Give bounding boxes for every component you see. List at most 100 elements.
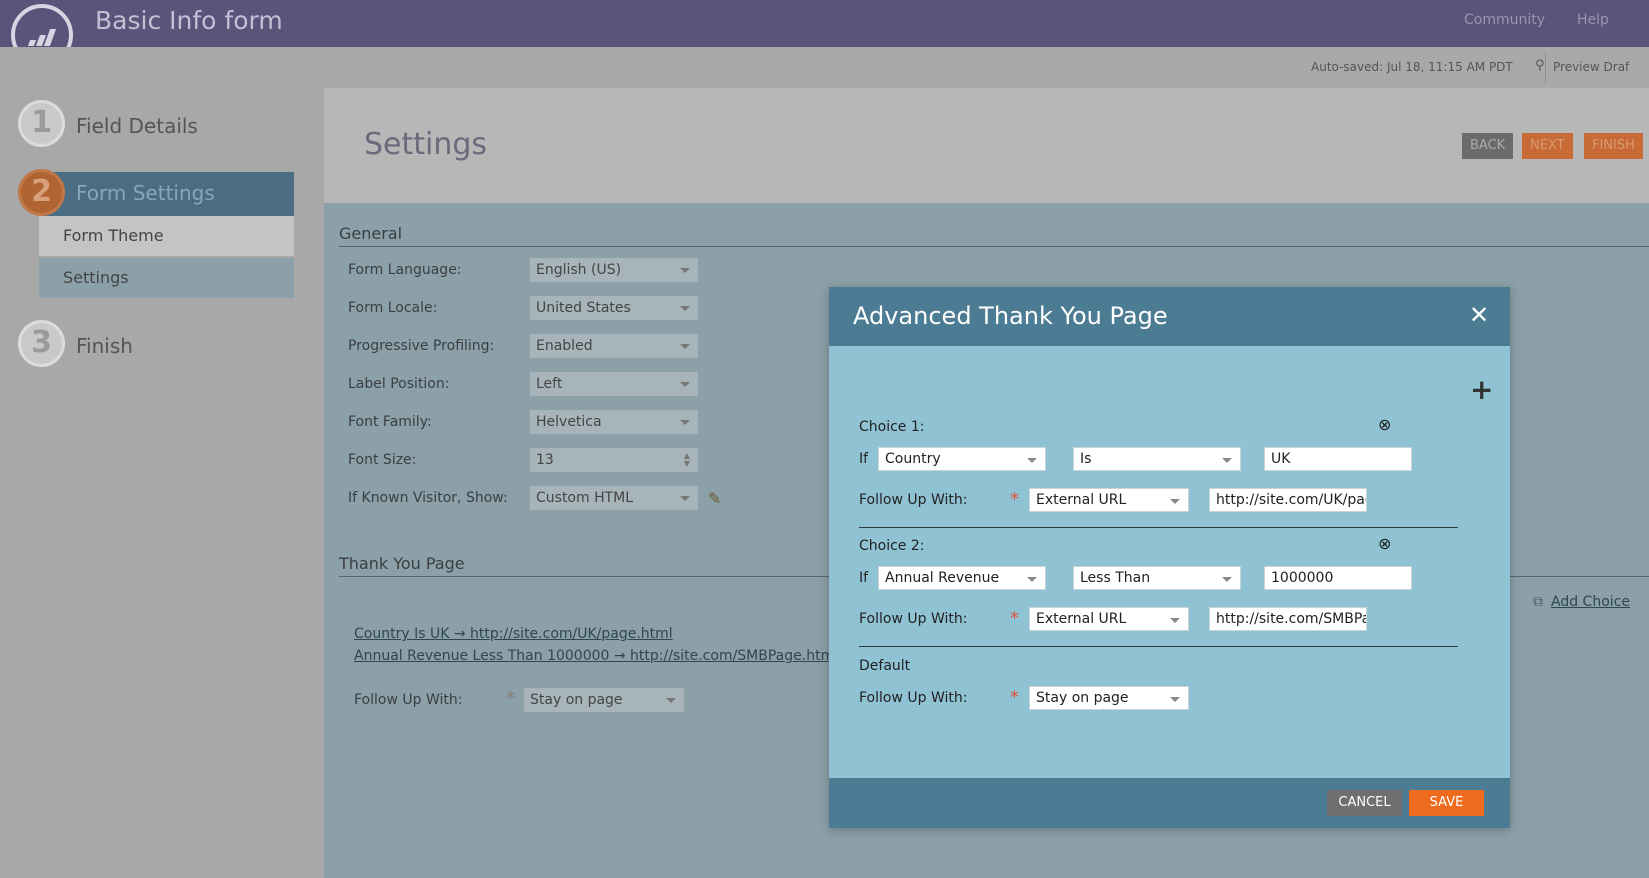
font-family-label: Font Family: <box>348 414 432 430</box>
choice-divider <box>859 646 1458 647</box>
label-position-value: Left <box>536 376 563 392</box>
choice-2-followup-value: External URL <box>1036 611 1127 627</box>
settings-header <box>324 88 1649 203</box>
chevron-down-icon <box>680 344 690 349</box>
general-section-title: General <box>339 224 403 243</box>
chevron-down-icon <box>680 306 690 311</box>
form-language-label: Form Language: <box>348 262 462 278</box>
pencil-icon[interactable]: ✎ <box>708 489 721 508</box>
dialog-footer <box>829 778 1510 828</box>
form-locale-label: Form Locale: <box>348 300 438 316</box>
cancel-button[interactable]: CANCEL <box>1327 790 1402 816</box>
page-title: Settings <box>364 127 488 162</box>
step-1-number: 1 <box>18 100 65 147</box>
advanced-thank-you-dialog: Advanced Thank You Page ✕ + Choice 1: ⊗ … <box>829 287 1510 828</box>
thank-you-rule-link[interactable]: Country Is UK → http://site.com/UK/page.… <box>354 626 673 642</box>
font-family-value: Helvetica <box>536 414 602 430</box>
default-label: Default <box>859 658 911 674</box>
form-locale-select[interactable]: United States <box>530 296 698 320</box>
choice-1-followup-select[interactable]: External URL <box>1029 488 1189 512</box>
choice-1-value-input[interactable]: UK <box>1264 447 1412 471</box>
follow-up-label: Follow Up With: <box>859 611 968 627</box>
chevron-down-icon <box>1027 458 1037 463</box>
choice-1-operator-value: Is <box>1080 451 1092 467</box>
label-position-select[interactable]: Left <box>530 372 698 396</box>
save-button[interactable]: SAVE <box>1409 790 1484 816</box>
dialog-title: Advanced Thank You Page <box>853 302 1168 330</box>
required-asterisk: * <box>506 688 515 709</box>
step-finish[interactable]: Finish <box>76 334 133 358</box>
preview-draft-button[interactable]: Preview Draf <box>1553 60 1629 74</box>
chevron-down-icon <box>680 382 690 387</box>
substep-settings[interactable]: Settings <box>39 258 294 298</box>
autosave-status: Auto-saved: Jul 18, 11:15 AM PDT <box>1311 60 1513 74</box>
choice-1-operator-select[interactable]: Is <box>1073 447 1241 471</box>
form-language-select[interactable]: English (US) <box>530 258 698 282</box>
choice-1-url-input[interactable]: http://site.com/UK/page.html <box>1209 488 1367 512</box>
required-asterisk: * <box>1010 489 1019 510</box>
progressive-profiling-label: Progressive Profiling: <box>348 338 495 354</box>
follow-up-label: Follow Up With: <box>859 690 968 706</box>
known-visitor-label: If Known Visitor, Show: <box>348 490 508 506</box>
choice-1-field-select[interactable]: Country <box>878 447 1046 471</box>
add-icon[interactable]: + <box>1470 373 1493 406</box>
choice-2-value-input[interactable]: 1000000 <box>1264 566 1412 590</box>
close-icon[interactable]: ✕ <box>1469 301 1489 329</box>
add-choice-link[interactable]: Add Choice <box>1551 594 1630 610</box>
choice-divider <box>859 527 1458 528</box>
logo-bar <box>43 29 57 46</box>
divider <box>1545 52 1546 84</box>
magnifier-icon: ⚲ <box>1535 58 1545 73</box>
chevron-down-icon <box>1222 458 1232 463</box>
finish-button[interactable]: FINISH <box>1584 133 1643 159</box>
default-followup-value: Stay on page <box>1036 690 1129 706</box>
chevron-down-icon <box>680 268 690 273</box>
if-label: If <box>859 451 869 467</box>
follow-up-value: Stay on page <box>530 692 623 708</box>
choice-2-label: Choice 2: <box>859 538 925 554</box>
follow-up-label: Follow Up With: <box>354 692 463 708</box>
chevron-down-icon <box>680 420 690 425</box>
section-divider <box>339 246 1649 247</box>
stepper-arrows-icon[interactable]: ▲ ▼ <box>684 452 690 468</box>
choice-2-url-input[interactable]: http://site.com/SMBPage.html <box>1209 607 1367 631</box>
logo-bar <box>27 40 37 46</box>
font-family-select[interactable]: Helvetica <box>530 410 698 434</box>
required-asterisk: * <box>1010 608 1019 629</box>
app-title: Basic Info form <box>95 6 283 35</box>
progressive-profiling-value: Enabled <box>536 338 593 354</box>
font-size-value: 13 <box>536 452 554 468</box>
thank-you-rule-link[interactable]: Annual Revenue Less Than 1000000 → http:… <box>354 648 838 664</box>
known-visitor-value: Custom HTML <box>536 490 634 506</box>
remove-choice-icon[interactable]: ⊗ <box>1378 534 1391 553</box>
chevron-down-icon <box>1170 697 1180 702</box>
back-button[interactable]: BACK <box>1462 133 1514 159</box>
remove-choice-icon[interactable]: ⊗ <box>1378 415 1391 434</box>
default-followup-select[interactable]: Stay on page <box>1029 686 1189 710</box>
step-field-details[interactable]: Field Details <box>76 114 198 138</box>
choice-1-field-value: Country <box>885 451 941 467</box>
choice-1-followup-value: External URL <box>1036 492 1127 508</box>
choice-2-followup-select[interactable]: External URL <box>1029 607 1189 631</box>
font-size-label: Font Size: <box>348 452 417 468</box>
follow-up-select[interactable]: Stay on page <box>524 688 684 712</box>
choice-2-operator-select[interactable]: Less Than <box>1073 566 1241 590</box>
if-label: If <box>859 570 869 586</box>
help-link[interactable]: Help <box>1577 12 1609 28</box>
community-link[interactable]: Community <box>1464 12 1545 28</box>
chevron-down-icon <box>1027 577 1037 582</box>
chevron-down-icon <box>1170 499 1180 504</box>
choice-1-label: Choice 1: <box>859 419 925 435</box>
choice-2-field-select[interactable]: Annual Revenue <box>878 566 1046 590</box>
next-button[interactable]: NEXT <box>1522 133 1573 159</box>
form-language-value: English (US) <box>536 262 622 278</box>
substep-form-theme[interactable]: Form Theme <box>39 216 294 256</box>
known-visitor-select[interactable]: Custom HTML <box>530 486 698 510</box>
progressive-profiling-select[interactable]: Enabled <box>530 334 698 358</box>
choice-2-operator-value: Less Than <box>1080 570 1151 586</box>
label-position-label: Label Position: <box>348 376 450 392</box>
font-size-stepper[interactable]: 13 ▲ ▼ <box>530 448 698 472</box>
follow-up-label: Follow Up With: <box>859 492 968 508</box>
step-form-settings[interactable]: Form Settings <box>76 181 215 205</box>
form-locale-value: United States <box>536 300 631 316</box>
